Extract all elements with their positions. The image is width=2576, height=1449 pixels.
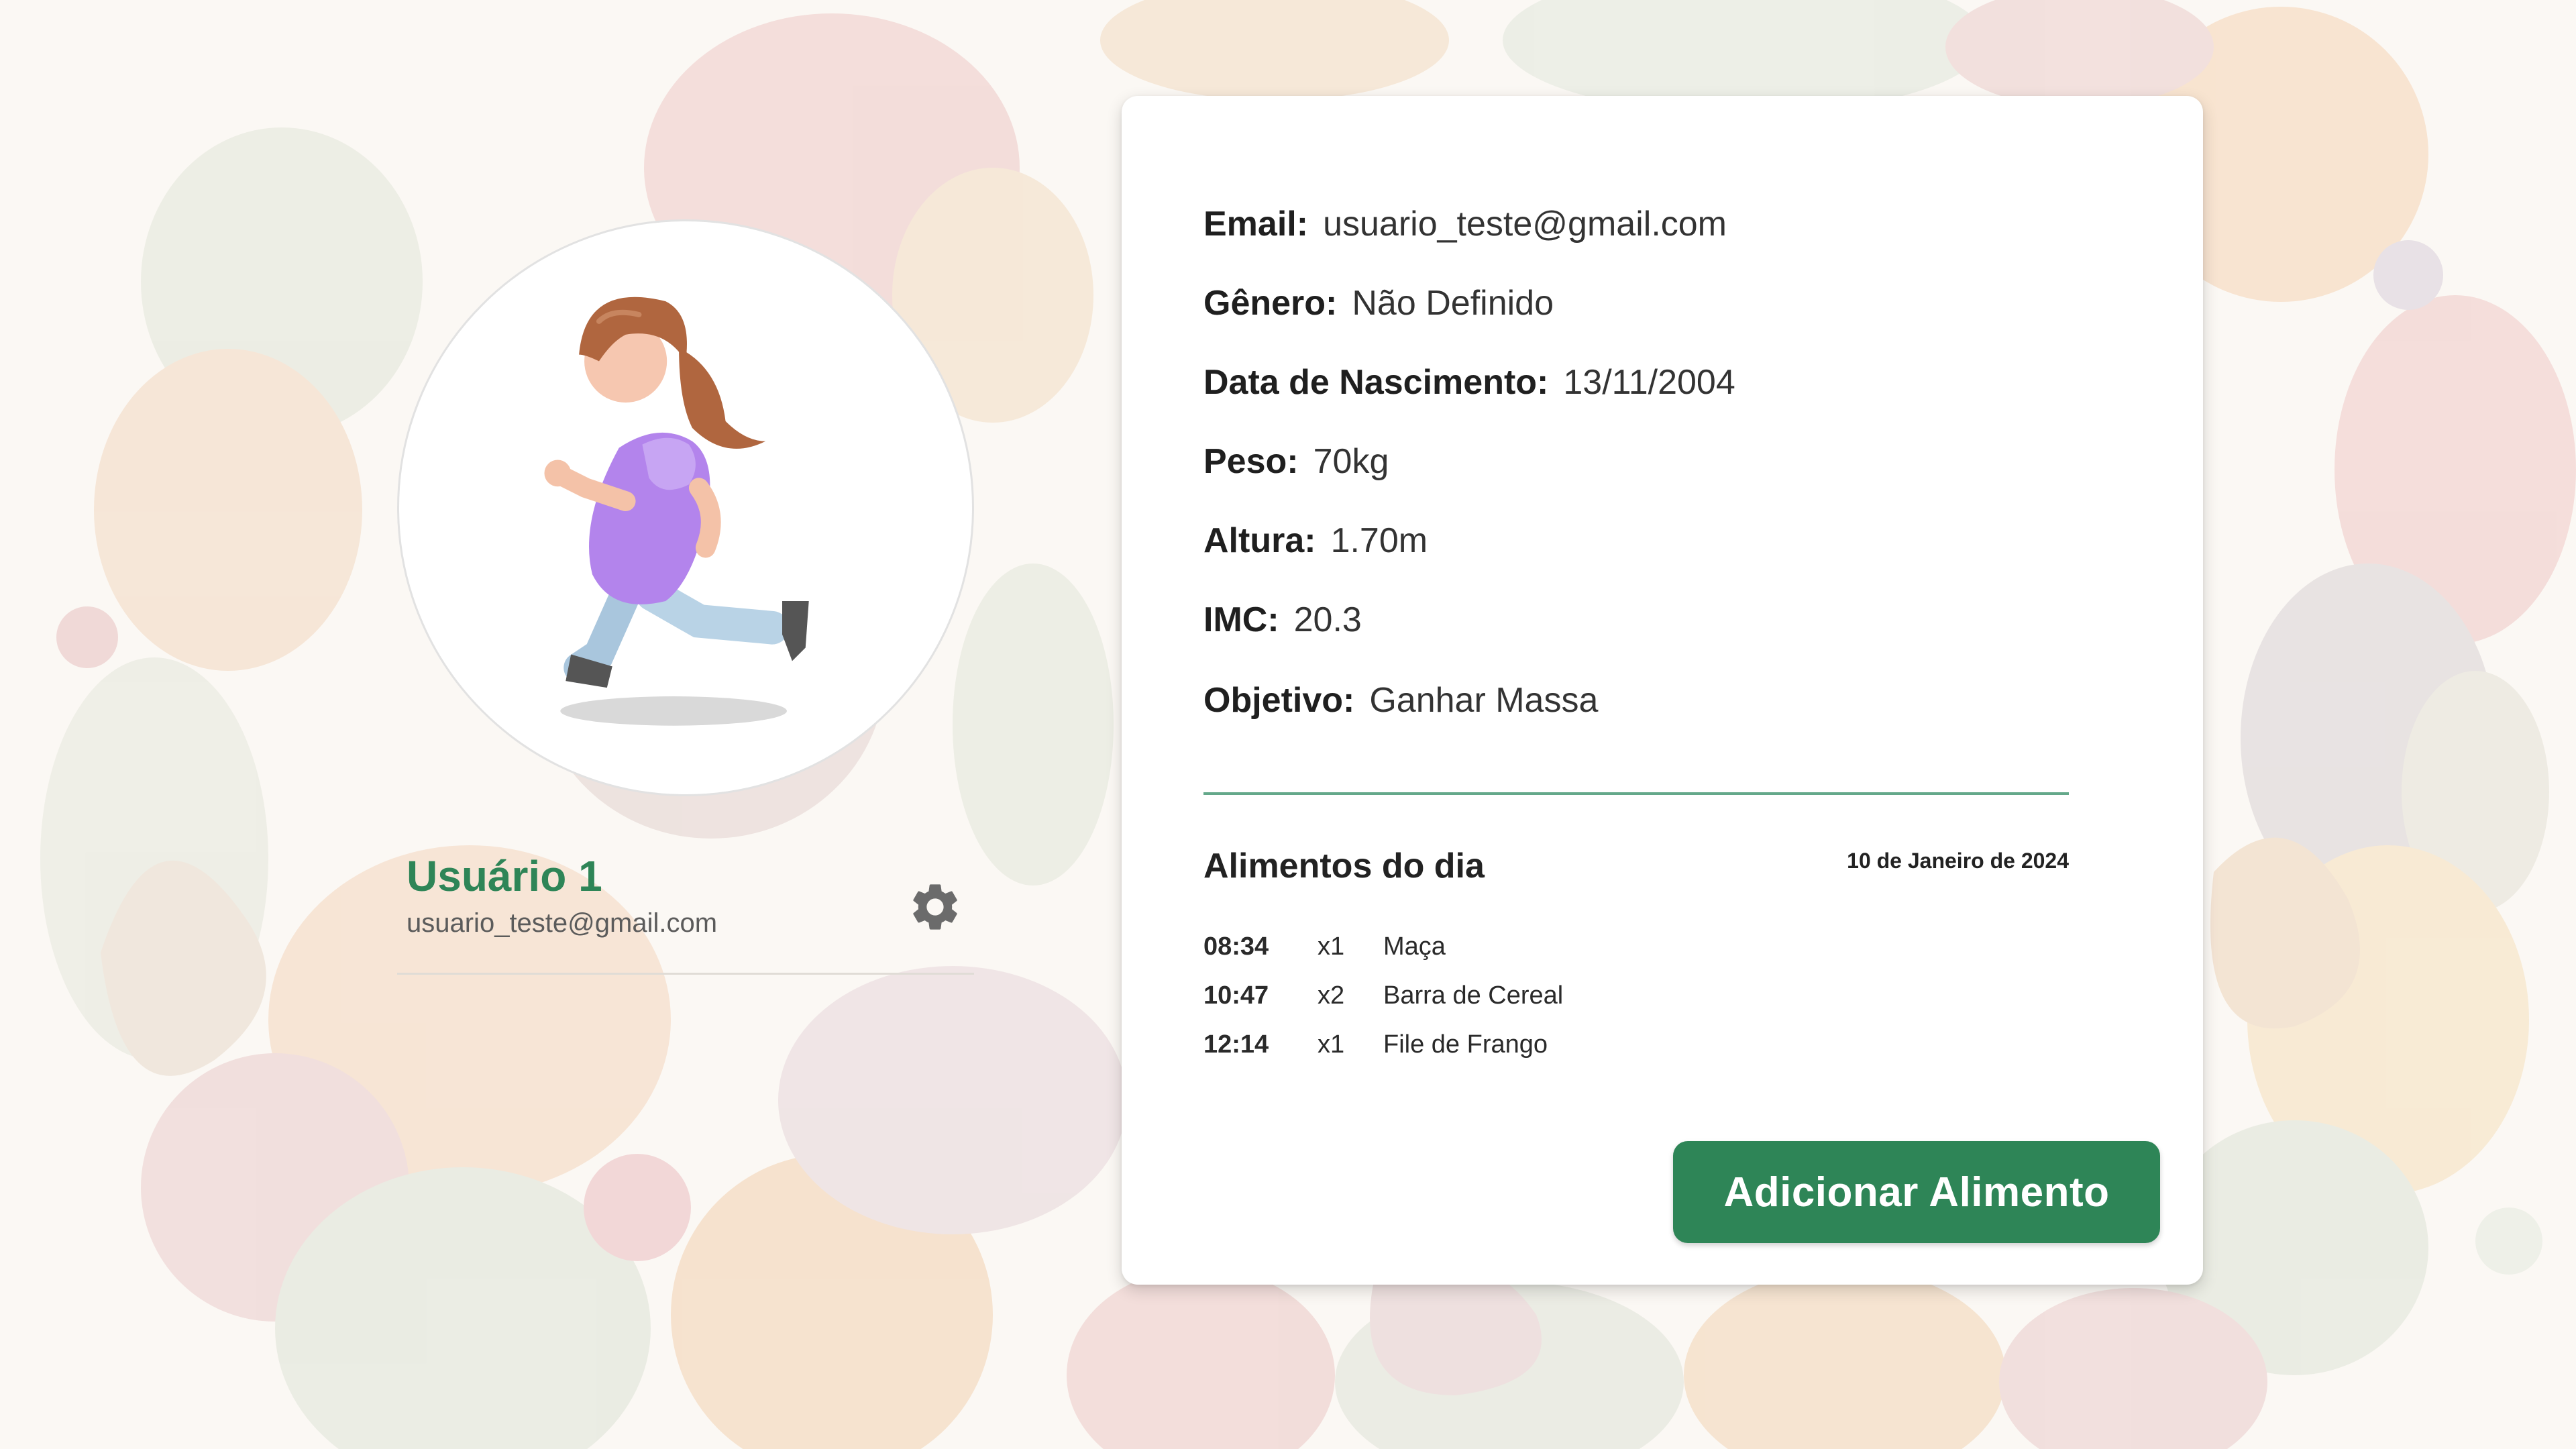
info-gender-label: Gênero:: [1203, 284, 1338, 323]
food-time: 12:14: [1203, 1030, 1269, 1059]
info-height-value: 1.70m: [1330, 521, 1428, 560]
info-weight-row: Peso: 70kg: [1203, 440, 1389, 483]
info-height-row: Altura: 1.70m: [1203, 519, 1428, 562]
gear-icon[interactable]: [907, 879, 963, 935]
info-birthdate-value: 13/11/2004: [1563, 363, 1735, 402]
info-birthdate-label: Data de Nascimento:: [1203, 363, 1549, 402]
info-gender-value: Não Definido: [1352, 284, 1554, 323]
info-bmi-value: 20.3: [1293, 600, 1362, 639]
section-divider: [1203, 792, 2069, 795]
food-quantity: x2: [1318, 981, 1345, 1010]
user-email: usuario_teste@gmail.com: [407, 908, 718, 938]
food-quantity: x1: [1318, 1030, 1345, 1059]
info-gender-row: Gênero: Não Definido: [1203, 282, 1554, 325]
info-weight-value: 70kg: [1313, 442, 1389, 481]
avatar: [397, 219, 974, 796]
running-person-illustration: [544, 297, 809, 726]
food-time: 08:34: [1203, 932, 1269, 961]
food-time: 10:47: [1203, 981, 1269, 1010]
food-name: Maça: [1383, 932, 1446, 961]
profile-divider: [397, 973, 974, 975]
food-name: Barra de Cereal: [1383, 981, 1564, 1010]
profile-info-card: Email: usuario_teste@gmail.com Gênero: Não…: [1122, 96, 2203, 1285]
food-quantity: x1: [1318, 932, 1345, 961]
user-name: Usuário 1: [407, 852, 602, 900]
foods-title: Alimentos do dia: [1203, 847, 1485, 885]
foods-date: 10 de Janeiro de 2024: [1847, 849, 2069, 873]
info-weight-label: Peso:: [1203, 442, 1299, 481]
info-goal-row: Objetivo: Ganhar Massa: [1203, 679, 1598, 722]
food-name: File de Frango: [1383, 1030, 1548, 1059]
info-height-label: Altura:: [1203, 521, 1316, 560]
info-email-label: Email:: [1203, 205, 1309, 244]
info-goal-label: Objetivo:: [1203, 681, 1355, 720]
info-email-value: usuario_teste@gmail.com: [1323, 205, 1727, 244]
info-bmi-row: IMC: 20.3: [1203, 598, 1362, 641]
info-bmi-label: IMC:: [1203, 600, 1279, 639]
info-goal-value: Ganhar Massa: [1369, 681, 1599, 720]
info-email-row: Email: usuario_teste@gmail.com: [1203, 203, 1727, 246]
info-birthdate-row: Data de Nascimento: 13/11/2004: [1203, 361, 1735, 404]
add-food-button[interactable]: Adicionar Alimento: [1673, 1141, 2160, 1243]
